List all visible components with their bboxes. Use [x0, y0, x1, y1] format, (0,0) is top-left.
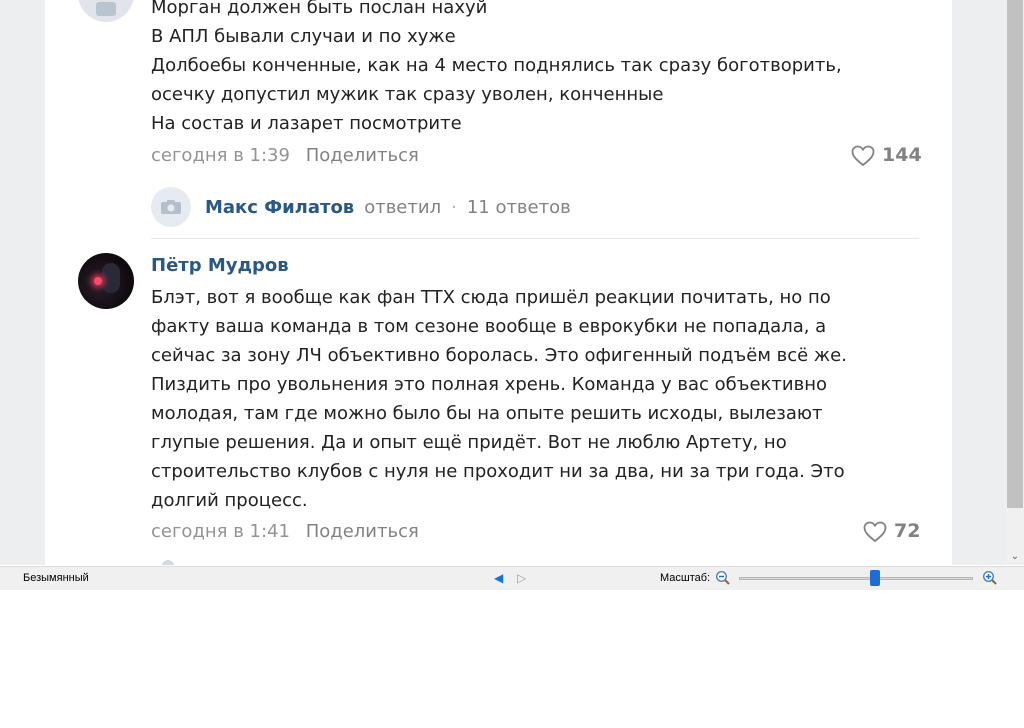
replies-summary[interactable]: Макс Филатов ответил · 11 ответов	[151, 186, 571, 228]
comment-text-line: В АПЛ бывали случаи и по хуже	[151, 26, 456, 47]
avatar	[162, 560, 174, 565]
share-link[interactable]: Поделиться	[306, 145, 419, 166]
comment-time[interactable]: сегодня в 1:39	[151, 145, 290, 166]
comment-text-line: Долбоебы конченные, как на 4 место подня…	[151, 55, 842, 76]
like-count: 144	[882, 144, 922, 166]
comment-time[interactable]: сегодня в 1:41	[151, 521, 290, 542]
reply-verb: ответил	[364, 196, 442, 218]
comment-text-line: сейчас за зону ЛЧ объективно боролась. Э…	[151, 345, 847, 366]
avatar	[151, 187, 191, 227]
zoom-slider-track[interactable]	[739, 577, 973, 580]
zoom-slider-thumb[interactable]	[869, 570, 880, 586]
comment-text-line: Пиздить про увольнения это полная хрень.…	[151, 374, 827, 395]
vertical-scrollbar[interactable]: ⌄	[1006, 0, 1024, 565]
comment-text-line: факту ваша команда в том сезоне вообще в…	[151, 316, 827, 337]
replies-count-link[interactable]: 11 ответов	[467, 197, 571, 218]
comment-text-line: Морган должен быть послан нахуй	[151, 0, 488, 18]
comment-meta: сегодня в 1:41 Поделиться	[151, 521, 419, 542]
avatar[interactable]	[78, 253, 134, 309]
like-count: 72	[894, 520, 921, 542]
like-button[interactable]: 144	[851, 144, 922, 166]
zoom-out-icon[interactable]	[715, 570, 731, 586]
file-name: Безымянный	[23, 572, 89, 584]
previous-image-button[interactable]: ◀	[494, 571, 503, 585]
comment-text-line: глупые решения. Да и опыт ещё придёт. Во…	[151, 432, 787, 453]
camera-icon	[161, 200, 181, 214]
scrollbar-thumb[interactable]	[1007, 0, 1023, 508]
comment-author-link[interactable]: Пётр Мудров	[151, 255, 289, 276]
comment-text-line: осечку допустил мужик так сразу уволен, …	[151, 84, 664, 105]
zoom-in-icon[interactable]	[982, 570, 998, 586]
like-button[interactable]: 72	[863, 520, 920, 542]
zoom-label: Масштаб:	[660, 572, 711, 584]
image-viewer-canvas: Морган должен быть послан нахуй В АПЛ бы…	[0, 0, 1024, 565]
next-image-button[interactable]: ▷	[517, 571, 526, 585]
scroll-down-button[interactable]: ⌄	[1007, 549, 1023, 565]
comment-text-line: На состав и лазарет посмотрите	[151, 113, 462, 134]
comment-text-line: долгий процесс.	[151, 490, 308, 511]
comment-text-line: Блэт, вот я вообще как фан TTX сюда приш…	[151, 287, 831, 308]
status-bar: Безымянный ◀ ▷ Масштаб:	[0, 566, 1024, 590]
share-link[interactable]: Поделиться	[306, 521, 419, 542]
heart-icon	[863, 521, 887, 542]
comment-meta: сегодня в 1:39 Поделиться	[151, 145, 419, 166]
comment-text-line: строительство клубов с нуля не проходит …	[151, 461, 845, 482]
divider	[151, 238, 919, 239]
comment-text-line: молодая, там где можно было бы на опыте …	[151, 403, 823, 424]
heart-icon	[851, 145, 875, 166]
reply-author-link[interactable]: Макс Филатов	[205, 197, 354, 218]
separator-dot: ·	[451, 196, 457, 218]
